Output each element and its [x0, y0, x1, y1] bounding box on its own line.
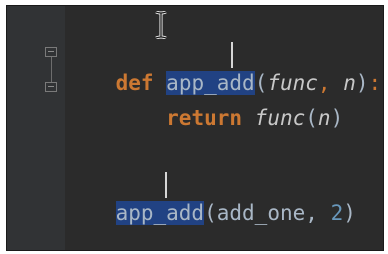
code-line-return[interactable]: return func(n)	[65, 76, 343, 130]
text-caret	[165, 172, 167, 198]
fold-marker-icon[interactable]	[45, 82, 57, 92]
fold-guide-line	[51, 57, 52, 83]
call-func: func	[254, 106, 306, 130]
code-line-call[interactable]: app_add(add_one, 2)	[65, 171, 356, 225]
text-cursor-icon	[155, 11, 167, 39]
param-n: n	[343, 71, 356, 95]
text-caret	[231, 42, 233, 68]
arg-n: n	[317, 106, 331, 130]
comma: ,	[305, 201, 318, 225]
code-editor[interactable]: def app_add(func, n): return func(n) app…	[6, 5, 384, 251]
keyword-return: return	[166, 106, 243, 130]
editor-gutter	[7, 6, 65, 250]
arg-add-one: add_one	[216, 201, 306, 225]
number-literal: 2	[330, 201, 344, 225]
open-paren: (	[305, 106, 318, 130]
close-paren: )	[330, 106, 344, 130]
open-paren: (	[204, 201, 217, 225]
selected-call-name[interactable]: app_add	[115, 201, 205, 225]
code-line-def[interactable]: def app_add(func, n):	[65, 41, 381, 95]
close-paren: )	[343, 201, 356, 225]
fold-marker-icon[interactable]	[45, 47, 57, 57]
colon: :	[368, 71, 382, 95]
close-paren: )	[355, 71, 369, 95]
